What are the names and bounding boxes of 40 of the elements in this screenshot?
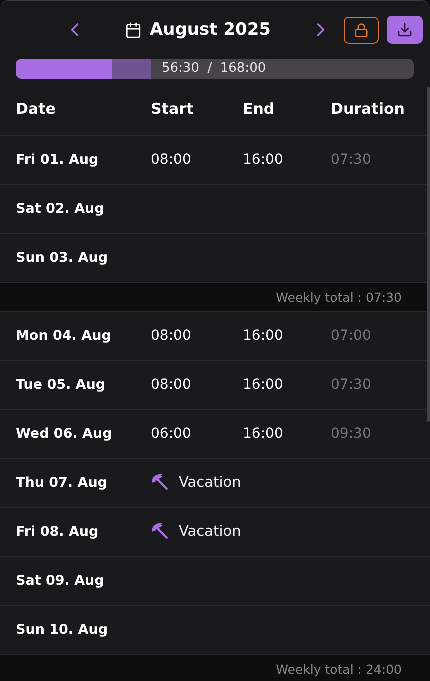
column-header: Duration	[331, 100, 406, 118]
calendar-icon	[124, 22, 142, 38]
column-header: End	[243, 100, 276, 118]
download-icon	[397, 22, 413, 38]
weekly-total: Weekly total : 07:30	[276, 290, 402, 304]
date-cell-text: Fri 08. Aug	[16, 524, 100, 540]
date-cell-text: Sat 02. Aug	[16, 201, 106, 217]
end-time: 16:00	[243, 328, 284, 344]
date-cell-text: Mon 04. Aug	[16, 328, 112, 344]
umbrella-icon	[151, 473, 171, 493]
progress-reading: 56:30 / 168:00	[162, 61, 266, 76]
umbrella-icon	[151, 522, 171, 542]
date-cell-text: Wed 06. Aug	[16, 426, 114, 442]
vacation-label: Vacation	[179, 524, 242, 540]
lock-button[interactable]	[344, 16, 379, 44]
lock-icon	[354, 22, 369, 38]
duration: 07:00	[331, 328, 372, 344]
download-button[interactable]	[387, 16, 423, 44]
duration: 07:30	[331, 377, 372, 393]
date-cell-text: Thu 07. Aug	[16, 475, 108, 491]
date-cell-text: Sat 09. Aug	[16, 573, 106, 589]
end-time: 16:00	[243, 152, 284, 168]
column-header: Start	[151, 100, 195, 118]
end-time: 16:00	[243, 426, 284, 442]
end-time: 16:00	[243, 377, 284, 393]
date-cell-text: Tue 05. Aug	[16, 377, 107, 393]
date-cell-text: Sun 10. Aug	[16, 622, 109, 638]
date-cell-text: Fri 01. Aug	[16, 152, 100, 168]
start-time: 08:00	[151, 152, 192, 168]
duration: 09:30	[331, 426, 372, 442]
start-time: 08:00	[151, 377, 192, 393]
column-header: Date	[16, 100, 57, 118]
start-time: 08:00	[151, 328, 192, 344]
weekly-total: Weekly total : 24:00	[276, 662, 402, 676]
duration: 07:30	[331, 152, 372, 168]
date-cell-text: Sun 03. Aug	[16, 250, 109, 266]
scrollbar[interactable]	[427, 87, 430, 422]
month-title: August 2025	[150, 20, 271, 40]
vacation-label: Vacation	[179, 475, 242, 491]
start-time: 06:00	[151, 426, 192, 442]
